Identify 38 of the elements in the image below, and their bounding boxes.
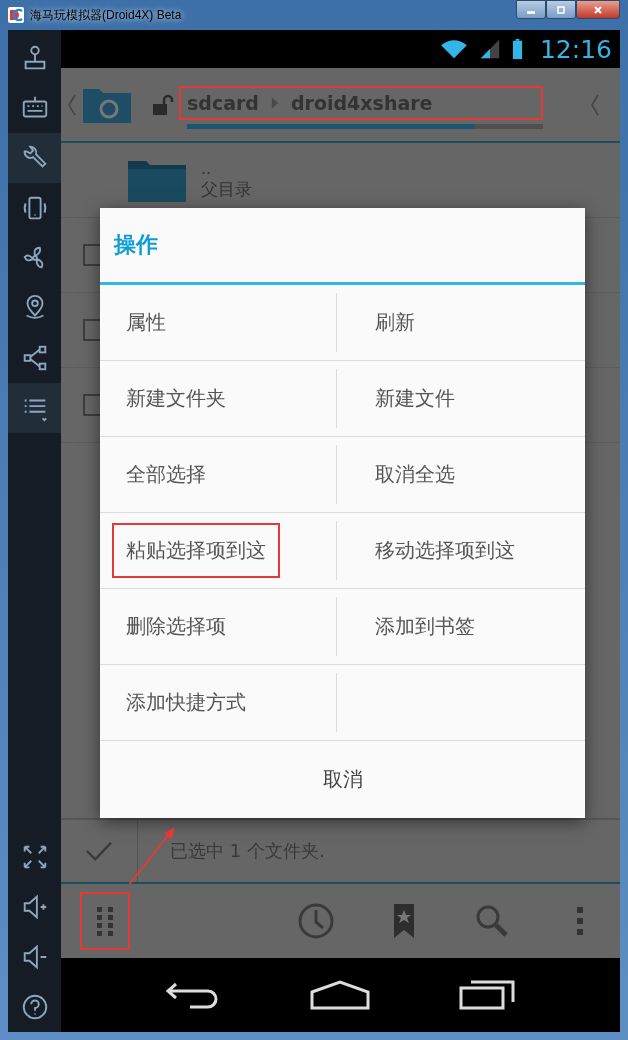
cancel-button[interactable]: 取消: [100, 741, 585, 818]
list-button[interactable]: [8, 383, 61, 433]
clock-icon: [296, 901, 336, 941]
maximize-button[interactable]: [546, 0, 576, 19]
checkmark-icon[interactable]: [85, 839, 113, 863]
menu-option[interactable]: 添加到书签: [361, 599, 489, 654]
app-logo-icon: [8, 7, 24, 23]
wrench-button[interactable]: [8, 133, 61, 183]
minimize-icon: [527, 11, 535, 14]
file-name: ..: [201, 159, 213, 178]
menu-option[interactable]: 新建文件夹: [112, 371, 240, 426]
menu-option[interactable]: 新建文件: [361, 371, 469, 426]
home-icon: [310, 980, 371, 1010]
close-icon: [593, 4, 603, 15]
menu-option[interactable]: 粘贴选择项到这: [112, 523, 280, 578]
window-title: 海马玩模拟器(Droid4X) Beta: [30, 6, 182, 24]
menu-option[interactable]: 属性: [112, 295, 180, 350]
home-button[interactable]: [308, 978, 373, 1012]
close-button[interactable]: [576, 0, 620, 19]
menu-option[interactable]: 刷新: [361, 295, 429, 350]
menu-option[interactable]: 添加快捷方式: [112, 675, 260, 730]
chevron-left-icon: [590, 92, 600, 117]
more-icon: [577, 907, 583, 935]
menu-option[interactable]: 取消全选: [361, 447, 469, 502]
chevron-left-icon: [67, 92, 77, 117]
dialog-title: 操作: [100, 208, 585, 285]
unlocked-padlock-icon: [151, 92, 175, 117]
breadcrumb-arrow-icon: [270, 96, 279, 110]
grid-button[interactable]: [80, 892, 130, 950]
menu-option[interactable]: 删除选择项: [112, 599, 240, 654]
maximize-icon: [556, 4, 566, 15]
minimize-button[interactable]: [516, 0, 546, 19]
battery-icon: [510, 38, 524, 60]
grid-icon: [97, 906, 113, 936]
menu-option[interactable]: 移动选择项到这: [361, 523, 529, 578]
wifi-icon: [438, 38, 469, 60]
menu-option[interactable]: 全部选择: [112, 447, 220, 502]
clock-time: 12:16: [539, 34, 612, 64]
